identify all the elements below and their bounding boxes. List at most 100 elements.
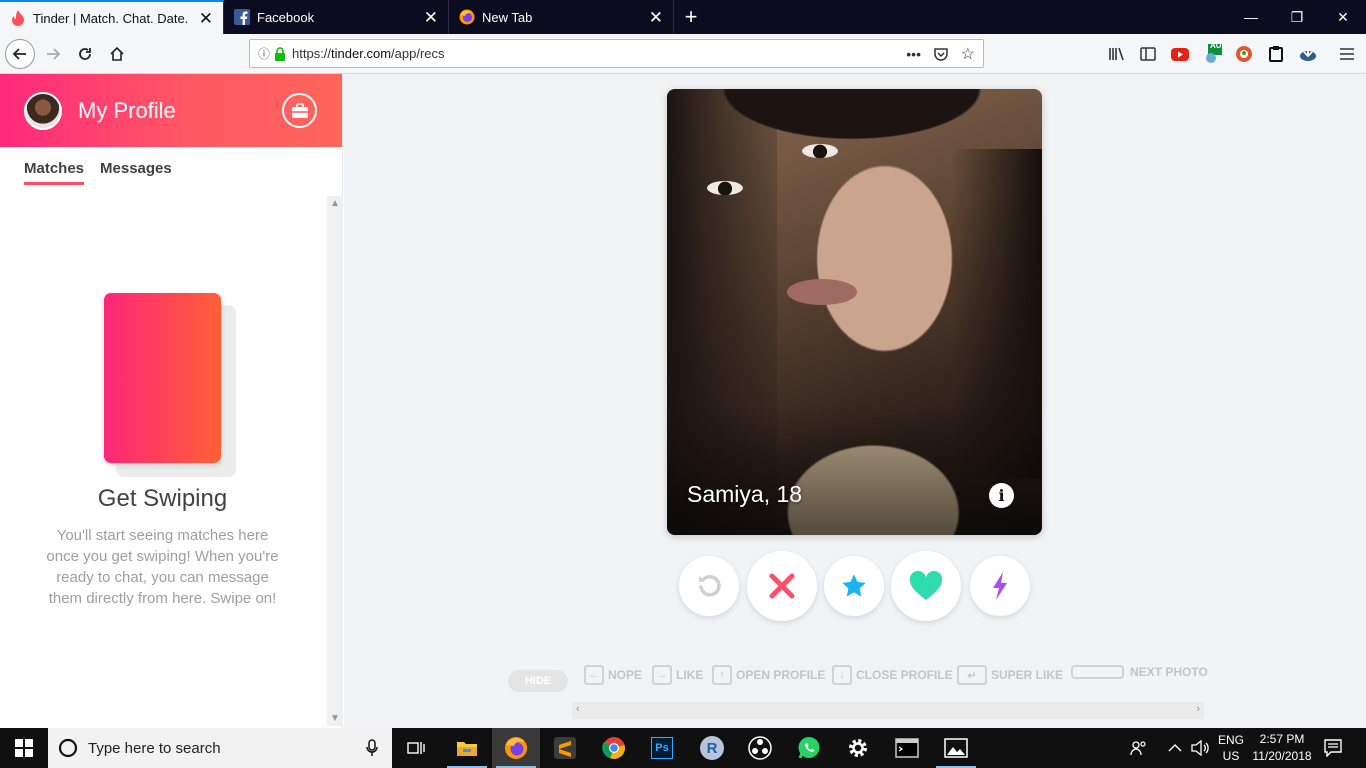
rewind-icon <box>699 575 721 597</box>
library-icon[interactable] <box>1106 43 1128 65</box>
duckduckgo-icon[interactable] <box>1233 43 1255 65</box>
bookmark-star-icon[interactable]: ☆ <box>961 44 975 64</box>
super-like-icon <box>842 574 866 597</box>
photoshop-app[interactable]: Ps <box>638 728 686 768</box>
sidebar-icon[interactable] <box>1137 43 1159 65</box>
whatsapp-app[interactable] <box>785 728 833 768</box>
browser-tab-strip: Tinder | Match. Chat. Date. ✕ Facebook ✕… <box>0 0 1366 34</box>
new-tab-button[interactable]: + <box>674 0 708 34</box>
photos-icon <box>944 738 968 758</box>
tab-matches[interactable]: Matches <box>24 160 85 185</box>
site-info-icon[interactable]: ⓘ <box>258 45 270 62</box>
close-window-icon[interactable]: ✕ <box>1320 0 1366 34</box>
tray-chevron-up-icon[interactable] <box>1168 728 1182 768</box>
arrow-left-key-icon: ← <box>584 665 604 685</box>
forward-button[interactable] <box>38 39 68 69</box>
language-indicator[interactable]: ENG US <box>1218 728 1244 768</box>
photoshop-icon: Ps <box>651 737 673 759</box>
clock[interactable]: 2:57 PM 11/20/2018 <box>1252 728 1312 768</box>
file-explorer-app[interactable] <box>443 728 491 768</box>
page-actions-icon[interactable]: ••• <box>906 46 921 62</box>
super-like-button[interactable] <box>824 556 884 616</box>
lock-icon <box>275 46 286 61</box>
action-center-icon[interactable] <box>1324 728 1342 768</box>
photo-region <box>687 89 1017 159</box>
home-button[interactable] <box>102 39 132 69</box>
tab-title: Facebook <box>257 9 315 25</box>
scroll-right-icon[interactable]: › <box>1196 703 1200 715</box>
boost-button[interactable] <box>970 556 1030 616</box>
tab-messages[interactable]: Messages <box>100 160 172 185</box>
minimize-icon[interactable]: — <box>1228 0 1274 34</box>
tab-tinder[interactable]: Tinder | Match. Chat. Date. ✕ <box>0 0 224 34</box>
profile-title[interactable]: My Profile <box>78 98 176 124</box>
firefox-app[interactable] <box>492 728 540 768</box>
task-view-button[interactable] <box>392 728 440 768</box>
menu-icon[interactable] <box>1336 43 1358 65</box>
rewind-button[interactable] <box>679 556 739 616</box>
microphone-icon[interactable] <box>366 739 378 757</box>
start-button[interactable] <box>0 728 48 768</box>
r-app[interactable]: R <box>688 728 736 768</box>
tab-title: New Tab <box>482 9 533 25</box>
tab-facebook[interactable]: Facebook ✕ <box>224 0 449 34</box>
people-icon[interactable] <box>1130 728 1148 768</box>
photos-app[interactable] <box>932 728 980 768</box>
profile-header[interactable]: My Profile <box>0 74 342 147</box>
volume-icon[interactable] <box>1191 728 1209 768</box>
tab-close-icon[interactable]: ✕ <box>424 9 438 26</box>
facebook-icon <box>234 9 250 25</box>
arrow-down-key-icon: ↓ <box>832 665 852 685</box>
briefcase-icon <box>291 102 308 118</box>
scroll-up-icon[interactable]: ▲ <box>330 198 340 209</box>
like-icon <box>909 571 943 600</box>
nope-button[interactable] <box>747 551 817 621</box>
clipboard-icon[interactable] <box>1265 43 1287 65</box>
obs-icon <box>748 736 772 760</box>
reload-button[interactable] <box>70 39 100 69</box>
space-key-icon <box>1071 665 1124 679</box>
hide-hints-button[interactable]: HIDE <box>508 670 568 692</box>
info-button[interactable]: i <box>989 483 1014 508</box>
folder-icon <box>457 742 477 756</box>
url-host: tinder.com <box>331 46 392 61</box>
sidebar: My Profile Matches Messages ▲ ▼ Get Swip… <box>0 74 343 728</box>
url-text: https://tinder.com/app/recs <box>292 46 445 61</box>
download-icon[interactable] <box>1297 43 1319 65</box>
clock-date: 11/20/2018 <box>1252 749 1312 763</box>
tab-close-icon[interactable]: ✕ <box>199 10 213 27</box>
hint-label: LIKE <box>676 668 704 682</box>
avatar[interactable] <box>24 91 62 130</box>
hint-label: CLOSE PROFILE <box>856 668 953 682</box>
profile-card[interactable]: Samiya, 18 i <box>667 89 1042 535</box>
scroll-down-icon[interactable]: ▼ <box>330 713 340 724</box>
hint-label: SUPER LIKE <box>991 668 1064 682</box>
taskbar-search[interactable]: Type here to search <box>48 728 392 768</box>
extension-badge: AU <box>1210 41 1222 50</box>
address-bar[interactable]: ⓘ https://tinder.com/app/recs ••• ☆ <box>249 39 984 68</box>
like-button[interactable] <box>891 551 961 621</box>
tab-close-icon[interactable]: ✕ <box>649 9 663 26</box>
settings-app[interactable] <box>834 728 882 768</box>
translate-extension-icon[interactable]: AU <box>1202 41 1224 65</box>
youtube-extension-icon[interactable] <box>1169 43 1191 65</box>
horizontal-scrollbar[interactable]: ‹ › <box>572 702 1204 719</box>
terminal-app[interactable] <box>883 728 931 768</box>
keyboard-layout: US <box>1222 749 1240 763</box>
scroll-left-icon[interactable]: ‹ <box>576 703 580 715</box>
restore-icon[interactable]: ❐ <box>1274 0 1320 34</box>
tab-new-tab[interactable]: New Tab ✕ <box>449 0 674 34</box>
back-button[interactable] <box>5 39 35 69</box>
terminal-icon <box>895 738 919 758</box>
sublime-app[interactable] <box>541 728 589 768</box>
pocket-icon[interactable] <box>933 46 949 62</box>
card-gradient-overlay <box>667 405 1042 535</box>
gear-icon <box>849 739 867 757</box>
sidebar-scrollbar[interactable]: ▲ ▼ <box>327 196 343 726</box>
hint-super-like: ↵ SUPER LIKE <box>957 665 1063 685</box>
sublime-text-icon <box>554 737 576 759</box>
chrome-app[interactable] <box>590 728 638 768</box>
work-mode-button[interactable] <box>282 93 317 128</box>
obs-app[interactable] <box>736 728 784 768</box>
clock-time: 2:57 PM <box>1259 732 1305 746</box>
